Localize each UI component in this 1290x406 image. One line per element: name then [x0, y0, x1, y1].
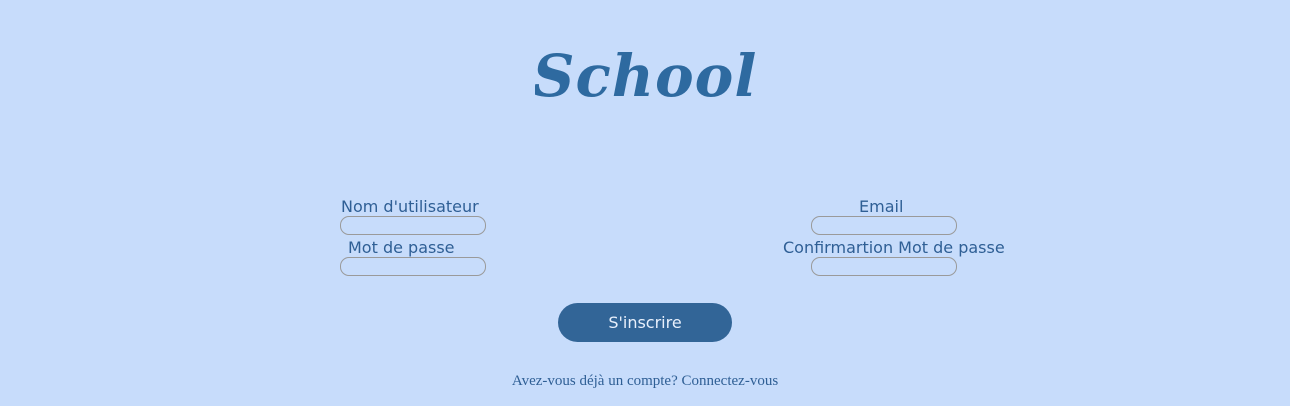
login-prompt-text: Avez-vous déjà un compte? [511, 373, 678, 389]
confirm-password-label: Confirmartion Mot de passe [783, 238, 1005, 257]
confirm-password-input[interactable] [811, 257, 957, 276]
email-label: Email [859, 197, 904, 216]
school-logo: School [535, 38, 755, 114]
signup-button[interactable]: S'inscrire [558, 303, 732, 342]
school-logo-image: School [535, 42, 755, 110]
username-label: Nom d'utilisateur [341, 197, 479, 216]
school-logo-text: School [535, 42, 755, 110]
email-input[interactable] [811, 216, 957, 235]
password-label: Mot de passe [348, 238, 455, 257]
password-input[interactable] [340, 257, 486, 276]
username-input[interactable] [340, 216, 486, 235]
login-prompt: Avez-vous déjà un compte? Connectez-vous [0, 373, 1290, 390]
login-link[interactable]: Connectez-vous [682, 373, 779, 389]
